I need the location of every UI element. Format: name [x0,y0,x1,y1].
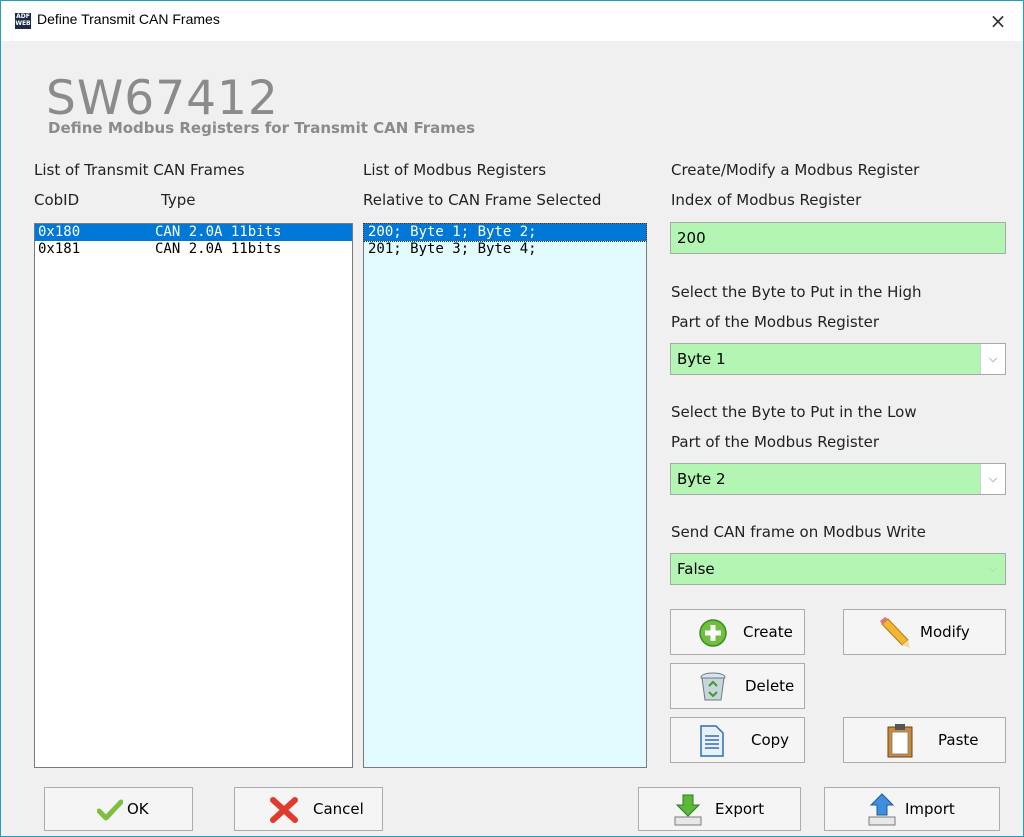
close-button[interactable]: × [983,7,1013,35]
ok-button-label: OK [127,800,149,818]
frame-type: CAN 2.0A 11bits [155,224,282,240]
editor-title: Create/Modify a Modbus Register [671,161,920,179]
export-button[interactable]: Export [638,787,801,831]
list-item[interactable]: 0x181 CAN 2.0A 11bits [35,241,352,258]
dialog-body: SW67412 Define Modbus Registers for Tran… [1,41,1023,836]
paste-button-label: Paste [938,731,979,749]
chevron-down-icon[interactable]: ⌵ [981,554,1005,584]
low-byte-label-line2: Part of the Modbus Register [671,433,880,451]
delete-button[interactable]: Delete [670,663,805,709]
copy-button[interactable]: Copy [670,717,805,763]
list-item[interactable]: 200; Byte 1; Byte 2; [363,223,647,242]
chevron-down-icon[interactable]: ⌵ [980,464,1005,494]
transmit-frames-list[interactable]: 0x180 CAN 2.0A 11bits 0x181 CAN 2.0A 11b… [34,223,353,768]
high-byte-select[interactable]: Byte 1 ⌵ [670,343,1006,375]
low-byte-label-line1: Select the Byte to Put in the Low [671,403,917,421]
red-x-icon [270,797,298,823]
page-title: SW67412 [46,71,279,126]
import-button-label: Import [905,800,955,818]
frame-cobid: 0x180 [38,224,81,240]
frame-type: CAN 2.0A 11bits [155,241,282,257]
clipboard-icon [887,724,913,758]
pencil-icon [880,617,910,648]
low-byte-select[interactable]: Byte 2 ⌵ [670,463,1006,495]
delete-button-label: Delete [745,677,795,695]
frames-list-title: List of Transmit CAN Frames [34,161,245,179]
import-arrow-up-icon [868,793,896,826]
dialog-window: ADF WEB Define Transmit CAN Frames × SW67… [0,0,1024,837]
copy-button-label: Copy [751,731,790,749]
modify-button-label: Modify [920,623,970,641]
list-item[interactable]: 201; Byte 3; Byte 4; [364,241,646,258]
list-item[interactable]: 0x180 CAN 2.0A 11bits [35,224,352,241]
checkmark-icon [97,799,123,821]
title-bar[interactable]: ADF WEB Define Transmit CAN Frames × [1,1,1023,41]
ok-button[interactable]: OK [44,787,193,831]
document-icon [700,725,724,757]
export-arrow-down-icon [674,794,702,826]
window-title: Define Transmit CAN Frames [37,11,220,27]
plus-circle-icon [699,619,727,647]
modify-button[interactable]: Modify [843,609,1006,655]
index-input[interactable]: 200 [670,222,1006,254]
high-byte-label-line2: Part of the Modbus Register [671,313,880,331]
send-on-write-value: False [677,560,715,578]
modbus-registers-list[interactable]: 200; Byte 1; Byte 2; 201; Byte 3; Byte 4… [363,223,647,768]
low-byte-value: Byte 2 [677,470,726,488]
index-label: Index of Modbus Register [671,191,862,209]
cancel-button[interactable]: Cancel [234,787,383,831]
column-header-type: Type [161,191,196,209]
frame-cobid: 0x181 [38,241,81,257]
create-button-label: Create [743,623,793,641]
recycle-bin-icon [700,672,726,701]
chevron-down-icon[interactable]: ⌵ [980,344,1005,374]
create-button[interactable]: Create [670,609,805,655]
send-on-write-label: Send CAN frame on Modbus Write [671,523,926,541]
paste-button[interactable]: Paste [843,717,1006,763]
registers-list-subtitle: Relative to CAN Frame Selected [363,191,602,209]
high-byte-value: Byte 1 [677,350,726,368]
cancel-button-label: Cancel [313,800,364,818]
registers-list-title: List of Modbus Registers [363,161,547,179]
export-button-label: Export [715,800,765,818]
column-header-cobid: CobID [34,191,80,209]
import-button[interactable]: Import [824,787,1000,831]
high-byte-label-line1: Select the Byte to Put in the High [671,283,922,301]
page-subtitle: Define Modbus Registers for Transmit CAN… [48,119,476,137]
app-logo-icon: ADF WEB [15,13,31,29]
send-on-write-select[interactable]: False ⌵ [670,553,1006,585]
